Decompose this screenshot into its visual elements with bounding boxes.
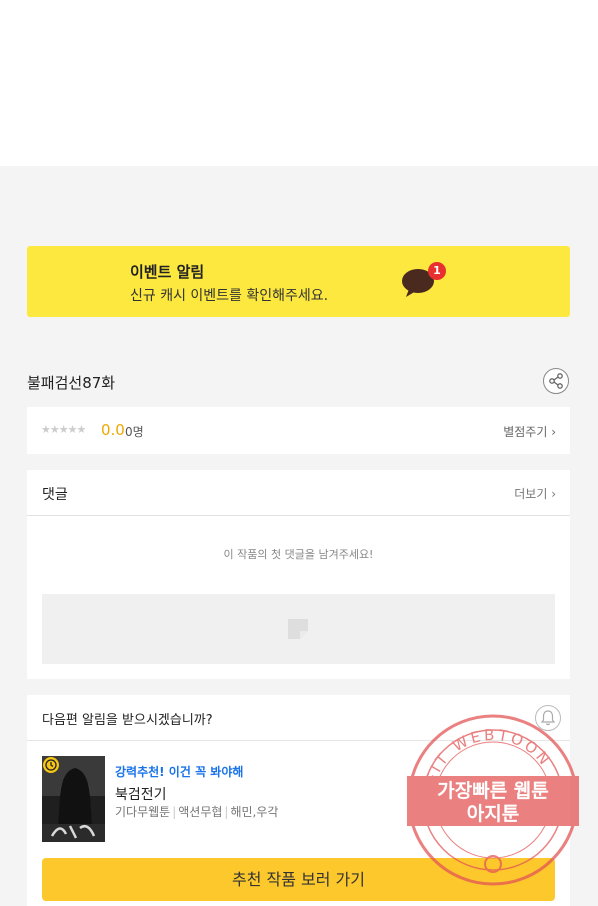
thumbnail-art bbox=[42, 756, 105, 842]
recommend-authors: 해민,우각 bbox=[230, 805, 279, 819]
comments-title: 댓글 bbox=[42, 487, 68, 503]
recommend-genre: 액션무협 bbox=[178, 805, 223, 819]
event-notice-banner[interactable]: 이벤트 알림 신규 캐시 이벤트를 확인해주세요. 1 bbox=[27, 246, 570, 317]
recommend-title[interactable]: 북검전기 bbox=[115, 784, 167, 804]
comments-header: 댓글 더보기 › bbox=[27, 470, 570, 516]
recommend-category: 기다무웹툰 bbox=[115, 805, 171, 819]
rating-count: 0명 bbox=[125, 425, 144, 439]
notification-badge: 1 bbox=[428, 262, 446, 280]
notify-question: 다음편 알림을 받으시겠습니까? bbox=[42, 713, 213, 728]
share-icon bbox=[549, 373, 563, 389]
comments-empty-message: 이 작품의 첫 댓글을 남겨주세요! bbox=[223, 548, 374, 561]
event-subtitle: 신규 캐시 이벤트를 확인해주세요. bbox=[130, 288, 329, 304]
recommend-tag: 강력추천! 이건 꼭 봐야해 bbox=[115, 765, 244, 779]
comments-card: 댓글 더보기 › 이 작품의 첫 댓글을 남겨주세요! bbox=[27, 470, 570, 679]
episode-title: 불패검선87화 bbox=[27, 374, 116, 392]
rating-card: ★★★★★ 0.0 0명 별점주기 › bbox=[27, 407, 570, 454]
watermark-line2: 아지툰 bbox=[467, 803, 519, 825]
share-button[interactable] bbox=[543, 368, 569, 394]
event-title: 이벤트 알림 bbox=[130, 263, 205, 281]
star-rating: ★★★★★ bbox=[41, 423, 86, 436]
watermark-line1: 가장빠른 웹툰 bbox=[437, 780, 549, 802]
recommended-thumbnail[interactable] bbox=[42, 756, 105, 842]
recommend-meta: 기다무웹툰 | 액션무협 | 해민,우각 bbox=[115, 805, 279, 819]
comments-more-link[interactable]: 더보기 › bbox=[514, 485, 556, 502]
watermark-stamp: AGIT WEBTOON 가장빠른 웹툰 아지툰 bbox=[407, 714, 579, 886]
rate-button[interactable]: 별점주기 › bbox=[503, 423, 556, 440]
comment-input-box[interactable] bbox=[42, 594, 555, 664]
image-placeholder-icon bbox=[288, 619, 308, 639]
rating-score: 0.0 bbox=[101, 421, 125, 439]
ad-blank-area bbox=[0, 0, 598, 166]
